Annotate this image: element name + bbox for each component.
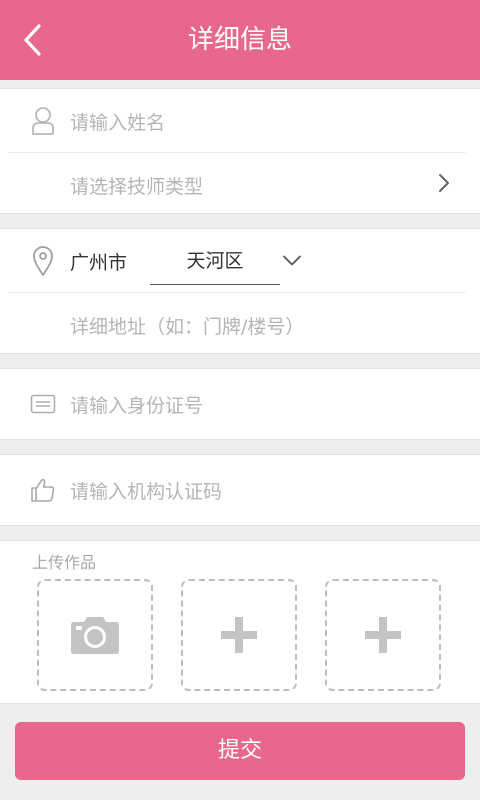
location-row: 广州市 天河区 xyxy=(0,229,480,293)
org-code-input[interactable]: 请输入机构认证码 xyxy=(70,477,222,504)
location-pin-icon xyxy=(28,246,58,276)
plus-icon xyxy=(221,617,257,653)
address-section: 广州市 天河区 详细地址（如：门牌/楼号） xyxy=(0,228,480,354)
id-row[interactable]: 请输入身份证号 xyxy=(0,369,480,439)
chevron-right-icon xyxy=(438,173,450,197)
name-input[interactable]: 请输入姓名 xyxy=(70,108,165,135)
camera-icon xyxy=(71,617,119,654)
name-row[interactable]: 请输入姓名 xyxy=(0,89,480,153)
user-icon xyxy=(28,106,58,136)
upload-title: 上传作品 xyxy=(32,553,97,572)
upload-add-slot-1[interactable] xyxy=(181,579,297,691)
detail-address-row[interactable]: 详细地址（如：门牌/楼号） xyxy=(0,293,480,357)
submit-button[interactable]: 提交 xyxy=(15,722,465,780)
tech-type-select[interactable]: 请选择技师类型 xyxy=(70,172,203,199)
chevron-down-icon[interactable] xyxy=(282,252,302,271)
id-number-input[interactable]: 请输入身份证号 xyxy=(70,391,203,418)
upload-camera-slot[interactable] xyxy=(37,579,153,691)
page-title: 详细信息 xyxy=(187,25,292,55)
upload-add-slot-2[interactable] xyxy=(325,579,441,691)
detail-address-input[interactable]: 详细地址（如：门牌/楼号） xyxy=(70,312,304,339)
org-code-row[interactable]: 请输入机构认证码 xyxy=(0,455,480,525)
city-label: 广州市 xyxy=(70,251,128,274)
org-code-section: 请输入机构认证码 xyxy=(0,454,480,526)
id-card-icon xyxy=(28,389,58,419)
upload-section: 上传作品 xyxy=(0,540,480,704)
plus-icon xyxy=(365,617,401,653)
thumbs-up-icon xyxy=(28,475,58,505)
basic-info-section: 请输入姓名 请选择技师类型 xyxy=(0,88,480,214)
id-section: 请输入身份证号 xyxy=(0,368,480,440)
district-select[interactable]: 天河区 xyxy=(150,237,280,285)
tech-type-row[interactable]: 请选择技师类型 xyxy=(0,153,480,217)
top-bar: 详细信息 xyxy=(0,0,480,80)
